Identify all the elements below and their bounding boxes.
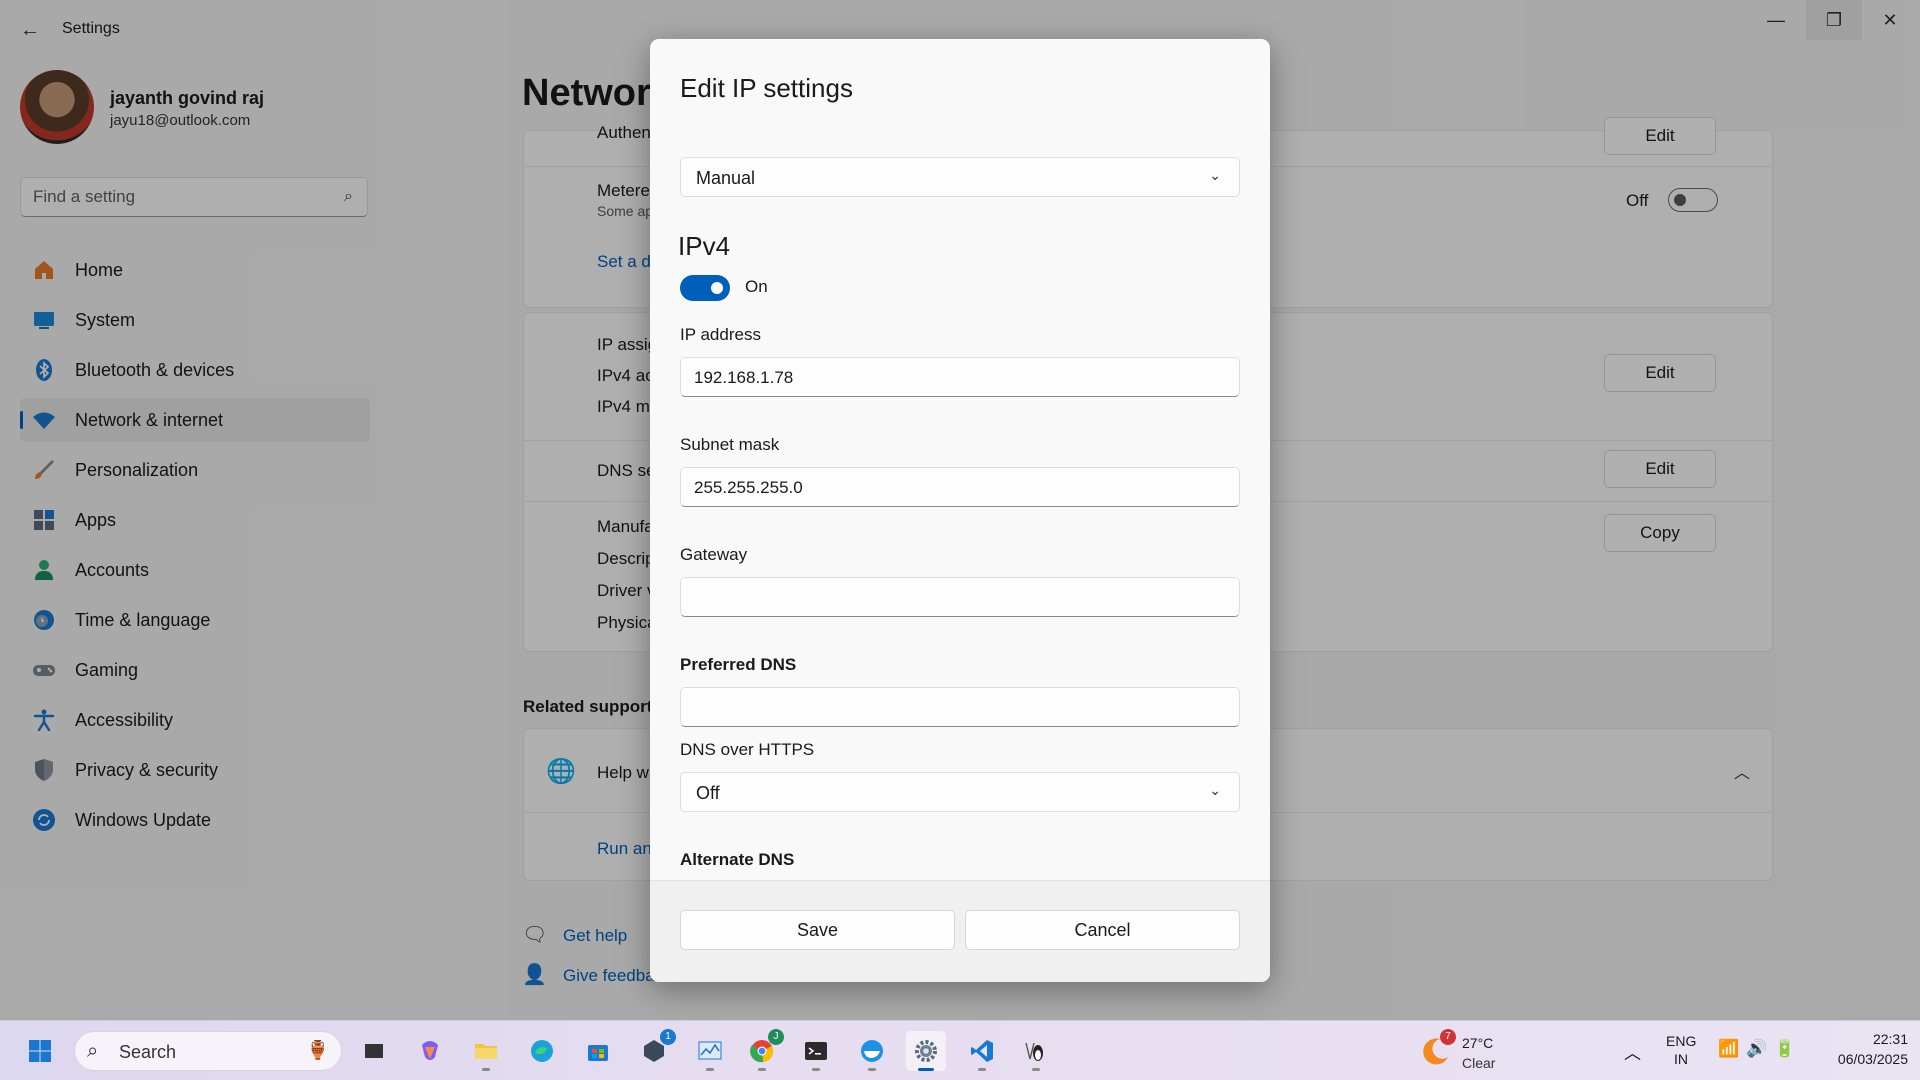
ipv4-heading: IPv4 [678, 231, 731, 261]
taskbar-task-view[interactable] [354, 1031, 394, 1071]
taskbar-performance-monitor[interactable] [690, 1031, 730, 1071]
running-indicator [758, 1068, 766, 1071]
edit-ip-dialog: Edit IP settings Manual ⌄ IPv4 On IP add… [650, 39, 1270, 982]
vscode-icon [971, 1040, 993, 1062]
running-indicator [1032, 1068, 1040, 1071]
chevron-down-icon: ⌄ [1209, 167, 1221, 183]
save-button[interactable]: Save [680, 910, 955, 950]
ip-mode-value: Manual [696, 168, 756, 188]
language-indicator[interactable]: ENG IN [1660, 1031, 1704, 1071]
search-icon: ⌕ [87, 1040, 99, 1062]
ip-address-input[interactable] [694, 367, 1214, 389]
running-indicator [978, 1068, 986, 1071]
ipv4-toggle[interactable] [680, 275, 730, 301]
taskbar-terminal[interactable] [796, 1031, 836, 1071]
running-indicator [918, 1068, 934, 1071]
clock[interactable]: 22:31 06/03/2025 [1810, 1029, 1908, 1073]
search-highlight-icon: 🏺 [306, 1040, 329, 1060]
taskbar-docker[interactable] [852, 1031, 892, 1071]
task-view-icon [365, 1044, 383, 1058]
taskbar-wsl[interactable] [1016, 1031, 1056, 1071]
weather-alert-badge: 7 [1440, 1029, 1456, 1045]
dialog-footer: Save Cancel [650, 880, 1270, 982]
ip-address-field[interactable] [680, 357, 1240, 397]
weather-temperature: 27°C [1462, 1035, 1494, 1051]
alternate-dns-label: Alternate DNS [680, 850, 795, 869]
subnet-mask-label: Subnet mask [680, 435, 780, 454]
taskbar-chrome[interactable]: J [742, 1029, 784, 1071]
dialog-body: Manual ⌄ IPv4 On IP address Subnet mask … [650, 114, 1270, 880]
taskbar-search[interactable]: ⌕ Search 🏺 [74, 1031, 342, 1071]
taskbar-settings[interactable] [906, 1031, 946, 1071]
running-indicator [706, 1068, 714, 1071]
taskbar: ⌕ Search 🏺 1 J 7 27°C Clear ︿ ENG IN 📶 🔊… [0, 1020, 1920, 1080]
weather-condition: Clear [1462, 1055, 1496, 1071]
edge-icon [531, 1040, 553, 1062]
folder-icon [475, 1044, 497, 1059]
taskbar-copilot[interactable] [410, 1031, 450, 1071]
dns-over-https-label: DNS over HTTPS [680, 740, 815, 759]
subnet-mask-field[interactable] [680, 467, 1240, 507]
linux-penguin-icon [1025, 1042, 1043, 1061]
gateway-field[interactable] [680, 577, 1240, 617]
language-line2: IN [1674, 1051, 1688, 1067]
wifi-icon[interactable]: 📶 [1718, 1039, 1739, 1059]
battery-icon[interactable]: 🔋 [1774, 1039, 1795, 1059]
taskbar-edge[interactable] [522, 1031, 562, 1071]
taskbar-file-explorer[interactable] [466, 1031, 506, 1071]
taskbar-search-label: Search [119, 1042, 177, 1062]
dialog-title: Edit IP settings [680, 73, 853, 103]
windows-logo-icon [29, 1040, 51, 1062]
ipv4-toggle-label: On [745, 277, 768, 296]
terminal-icon [805, 1042, 827, 1060]
clock-date: 06/03/2025 [1837, 1051, 1908, 1067]
chevron-up-icon[interactable]: ︿ [1624, 1039, 1641, 1064]
gateway-input[interactable] [694, 587, 1214, 609]
dns-over-https-dropdown[interactable]: Off ⌄ [680, 772, 1240, 812]
start-button[interactable] [20, 1031, 60, 1071]
copilot-icon [422, 1041, 438, 1060]
taskbar-store[interactable] [578, 1031, 618, 1071]
preferred-dns-label: Preferred DNS [680, 655, 797, 674]
ip-address-label: IP address [680, 325, 761, 344]
cancel-button[interactable]: Cancel [965, 910, 1240, 950]
store-icon [588, 1045, 608, 1061]
gear-icon [915, 1040, 937, 1062]
taskbar-app-cube[interactable]: 1 [634, 1029, 676, 1071]
preferred-dns-input[interactable] [694, 697, 1214, 719]
subnet-mask-input[interactable] [694, 477, 1214, 499]
preferred-dns-field[interactable] [680, 687, 1240, 727]
volume-icon[interactable]: 🔊 [1746, 1039, 1767, 1059]
running-indicator [812, 1068, 820, 1071]
gateway-label: Gateway [680, 545, 748, 564]
dns-over-https-value: Off [696, 783, 720, 803]
docker-icon [861, 1040, 883, 1062]
ip-mode-dropdown[interactable]: Manual ⌄ [680, 157, 1240, 197]
running-indicator [868, 1068, 876, 1071]
profile-badge: J [768, 1029, 784, 1045]
chevron-down-icon: ⌄ [1209, 782, 1221, 798]
running-indicator [482, 1068, 490, 1071]
clock-time: 22:31 [1872, 1031, 1908, 1047]
notification-badge: 1 [660, 1029, 676, 1045]
taskbar-vscode[interactable] [962, 1031, 1002, 1071]
language-line1: ENG [1666, 1033, 1697, 1049]
chart-monitor-icon [698, 1041, 722, 1060]
